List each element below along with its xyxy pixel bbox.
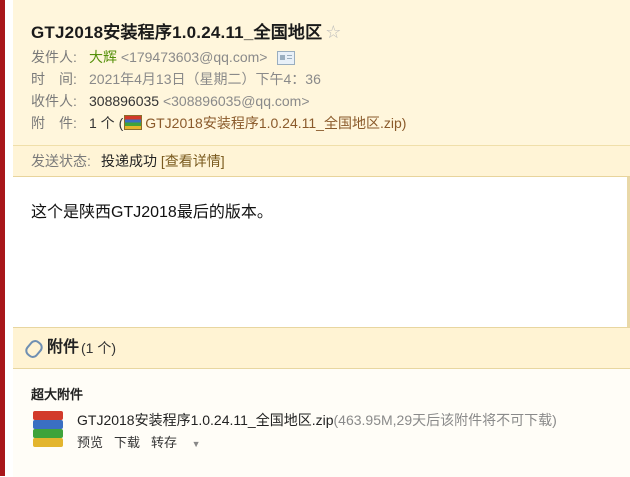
- view-details-link[interactable]: [查看详情]: [161, 153, 225, 169]
- attachment-count: 1 个 (: [89, 115, 124, 131]
- paperclip-icon: [22, 337, 46, 361]
- sender-label: 发件人:: [31, 49, 77, 65]
- attachment-file: GTJ2018安装程序1.0.24.11_全国地区.zip(463.95M,29…: [77, 410, 557, 430]
- attachment-close-paren: ): [401, 115, 407, 131]
- mail-view: GTJ2018安装程序1.0.24.11_全国地区 ☆ 发件人: 大辉 <17947…: [13, 0, 630, 477]
- caret-down-icon[interactable]: ▼: [192, 439, 201, 449]
- zip-archive-icon[interactable]: [33, 411, 63, 447]
- attachments-section: 附件 (1 个) 超大附件 GTJ2018安装程序1.0.24.11_全国地区.…: [13, 327, 630, 477]
- mail-subject: GTJ2018安装程序1.0.24.11_全国地区 ☆: [31, 18, 342, 43]
- attachment-actions: 预览 下载 转存 ▼: [77, 432, 223, 451]
- preview-button[interactable]: 预览: [77, 435, 103, 450]
- time-row: 时 间: 2021年4月13日（星期二）下午4：36: [31, 68, 321, 90]
- left-accent-bar: [0, 0, 5, 476]
- attachments-count: (1 个): [81, 340, 116, 356]
- recipient-label: 收件人:: [31, 93, 77, 109]
- status-value-group: 投递成功 [查看详情]: [101, 146, 225, 176]
- status-value: 投递成功: [101, 153, 157, 169]
- sender-row: 发件人: 大辉 <179473603@qq.com>: [31, 46, 296, 68]
- attachment-file-link[interactable]: GTJ2018安装程序1.0.24.11_全国地区.zip: [145, 115, 402, 131]
- attachment-file-name[interactable]: GTJ2018安装程序1.0.24.11_全国地区.zip: [77, 412, 334, 428]
- time-value: 2021年4月13日（星期二）下午4：36: [89, 71, 321, 87]
- mail-body: 这个是陕西GTJ2018最后的版本。: [31, 204, 273, 221]
- attachments-header: 附件 (1 个): [13, 328, 630, 369]
- attachment-label: 附 件:: [31, 115, 77, 131]
- sender-email[interactable]: <179473603@qq.com>: [121, 49, 268, 65]
- recipient-email[interactable]: <308896035@qq.com>: [163, 93, 310, 109]
- star-icon[interactable]: ☆: [325, 22, 341, 42]
- delivery-status-bar: 发送状态: 投递成功 [查看详情]: [13, 146, 630, 177]
- time-label: 时 间:: [31, 71, 77, 87]
- attachments-title: 附件: [47, 339, 80, 356]
- recipient-row: 收件人: 308896035 <308896035@qq.com>: [31, 90, 310, 112]
- contact-card-icon[interactable]: [277, 51, 296, 66]
- subject-text: GTJ2018安装程序1.0.24.11_全国地区: [31, 23, 323, 42]
- download-button[interactable]: 下载: [114, 435, 140, 450]
- sender-name[interactable]: 大辉: [89, 49, 117, 65]
- mail-header: GTJ2018安装程序1.0.24.11_全国地区 ☆ 发件人: 大辉 <17947…: [13, 0, 630, 146]
- recipient-name[interactable]: 308896035: [89, 93, 159, 109]
- save-to-button[interactable]: 转存 ▼: [151, 435, 212, 450]
- zip-archive-icon: [124, 115, 143, 130]
- super-attachment-label: 超大附件: [31, 387, 84, 402]
- attachment-row: 附 件: 1 个 ( GTJ2018安装程序1.0.24.11_全国地区.zip): [31, 112, 406, 134]
- save-to-label: 转存: [151, 435, 178, 450]
- status-label: 发送状态:: [31, 153, 91, 169]
- attachment-file-meta: (463.95M,29天后该附件将不可下载): [333, 412, 557, 428]
